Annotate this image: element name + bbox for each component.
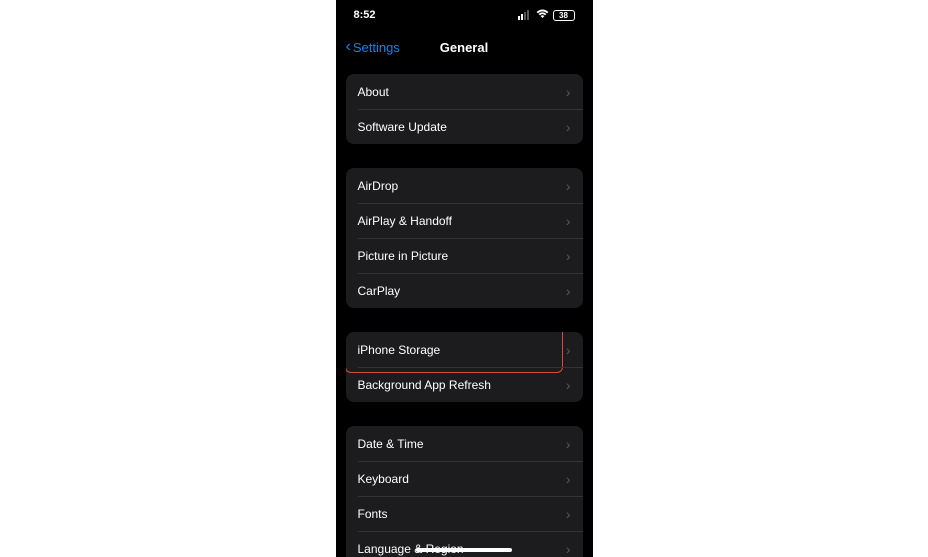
row-label: AirDrop [358,179,399,193]
nav-bar: ‹ Settings General [336,30,593,64]
chevron-right-icon: › [566,471,571,487]
settings-group-connectivity: AirDrop › AirPlay & Handoff › Picture in… [346,168,583,308]
row-label: Background App Refresh [358,378,491,392]
row-keyboard[interactable]: Keyboard › [346,461,583,496]
back-label: Settings [353,40,400,55]
chevron-right-icon: › [566,178,571,194]
row-date-time[interactable]: Date & Time › [346,426,583,461]
back-button[interactable]: ‹ Settings [346,39,400,55]
page-title: General [440,40,488,55]
wifi-icon [536,9,549,22]
chevron-right-icon: › [566,283,571,299]
row-label: iPhone Storage [358,343,441,357]
row-background-app-refresh[interactable]: Background App Refresh › [346,367,583,402]
chevron-right-icon: › [566,377,571,393]
signal-icon [518,10,532,20]
row-picture-in-picture[interactable]: Picture in Picture › [346,238,583,273]
row-label: Picture in Picture [358,249,449,263]
chevron-right-icon: › [566,541,571,557]
row-fonts[interactable]: Fonts › [346,496,583,531]
chevron-left-icon: ‹ [346,39,351,55]
home-indicator[interactable] [416,548,512,552]
row-label: Fonts [358,507,388,521]
row-label: AirPlay & Handoff [358,214,453,228]
row-software-update[interactable]: Software Update › [346,109,583,144]
settings-group-storage: iPhone Storage › Background App Refresh … [346,332,583,402]
row-label: Keyboard [358,472,409,486]
row-label: Software Update [358,120,447,134]
row-label: About [358,85,389,99]
status-right: 38 [518,9,575,22]
settings-group-about: About › Software Update › [346,74,583,144]
row-airdrop[interactable]: AirDrop › [346,168,583,203]
chevron-right-icon: › [566,213,571,229]
chevron-right-icon: › [566,506,571,522]
phone-screen: 8:52 38 ‹ Settings General About › [336,0,593,557]
chevron-right-icon: › [566,436,571,452]
status-time: 8:52 [354,9,376,21]
chevron-right-icon: › [566,248,571,264]
row-about[interactable]: About › [346,74,583,109]
row-label: Date & Time [358,437,424,451]
row-airplay-handoff[interactable]: AirPlay & Handoff › [346,203,583,238]
chevron-right-icon: › [566,342,571,358]
chevron-right-icon: › [566,84,571,100]
battery-icon: 38 [553,10,575,21]
settings-group-system: Date & Time › Keyboard › Fonts › Languag… [346,426,583,557]
settings-content: About › Software Update › AirDrop › AirP… [336,64,593,557]
row-label: CarPlay [358,284,401,298]
chevron-right-icon: › [566,119,571,135]
row-language-region[interactable]: Language & Region › [346,531,583,557]
status-bar: 8:52 38 [336,0,593,30]
row-iphone-storage[interactable]: iPhone Storage › [346,332,583,367]
row-carplay[interactable]: CarPlay › [346,273,583,308]
